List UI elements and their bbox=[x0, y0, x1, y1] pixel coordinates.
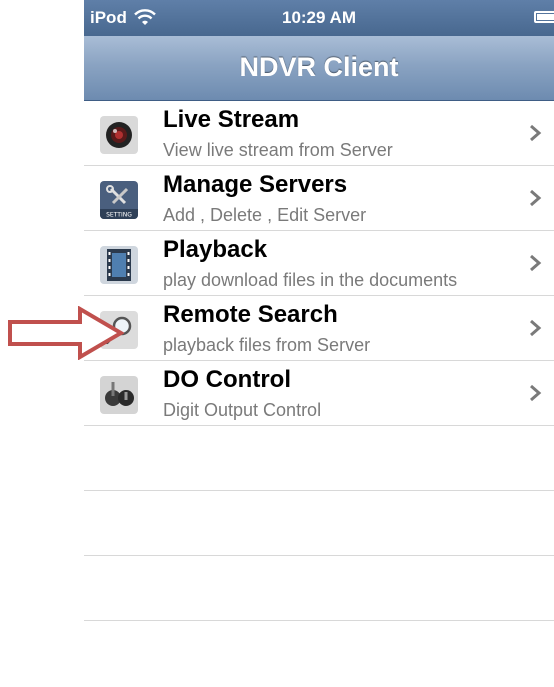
menu-item-subtitle: playback files from Server bbox=[163, 335, 371, 355]
toggle-switch-icon bbox=[100, 376, 138, 414]
menu-item-manage-servers[interactable]: SETTING Manage Servers Add , Delete , Ed… bbox=[84, 166, 554, 231]
navigation-bar: NDVR Client bbox=[84, 36, 554, 101]
chevron-right-icon bbox=[530, 124, 542, 142]
empty-row bbox=[84, 556, 554, 621]
menu-item-subtitle: Add , Delete , Edit Server bbox=[163, 205, 367, 225]
status-time: 10:29 AM bbox=[281, 8, 356, 27]
svg-text:SETTING: SETTING bbox=[106, 212, 132, 219]
page-title: NDVR Client bbox=[239, 52, 399, 82]
menu-item-subtitle: play download files in the documents bbox=[163, 270, 458, 290]
battery-icon bbox=[534, 11, 554, 23]
chevron-right-icon bbox=[530, 319, 542, 337]
menu-item-subtitle: View live stream from Server bbox=[163, 140, 393, 160]
empty-row bbox=[84, 426, 554, 491]
menu-item-do-control[interactable]: DO Control Digit Output Control bbox=[84, 361, 554, 426]
setting-tools-icon: SETTING bbox=[100, 181, 138, 219]
menu-item-live-stream[interactable]: Live Stream View live stream from Server bbox=[84, 101, 554, 166]
menu-item-remote-search[interactable]: Remote Search playback files from Server bbox=[84, 296, 554, 361]
camera-lens-icon bbox=[100, 116, 138, 154]
chevron-right-icon bbox=[530, 189, 542, 207]
status-bar: iPod 10:29 AM bbox=[84, 0, 554, 36]
menu-item-playback[interactable]: Playback play download files in the docu… bbox=[84, 231, 554, 296]
annotation-arrow-icon bbox=[8, 306, 124, 360]
chevron-right-icon bbox=[530, 384, 542, 402]
menu-item-title: Live Stream bbox=[163, 106, 300, 133]
menu-list: Live Stream View live stream from Server… bbox=[84, 101, 554, 621]
empty-row bbox=[84, 491, 554, 556]
menu-item-title: Manage Servers bbox=[163, 171, 348, 198]
menu-item-title: DO Control bbox=[163, 366, 291, 393]
chevron-right-icon bbox=[530, 254, 542, 272]
menu-item-title: Playback bbox=[163, 236, 268, 263]
film-strip-icon bbox=[100, 246, 138, 284]
menu-item-title: Remote Search bbox=[163, 301, 338, 328]
menu-item-subtitle: Digit Output Control bbox=[163, 400, 322, 420]
phone-screen: iPod 10:29 AM NDVR Client Live Stream Vi… bbox=[84, 0, 554, 687]
